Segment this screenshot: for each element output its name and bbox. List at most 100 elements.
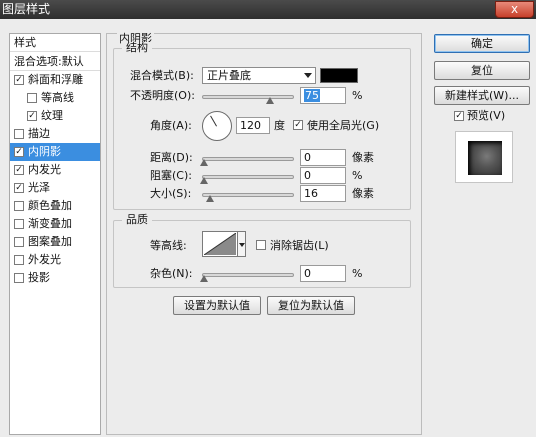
styles-header[interactable]: 样式 (10, 34, 100, 52)
blend-mode-label: 混合模式(B): (130, 69, 194, 82)
anti-alias-label: 消除锯齿(L) (270, 239, 329, 252)
style-item-gradient-overlay[interactable]: 渐变叠加 (10, 215, 100, 233)
style-item-contour[interactable]: 等高线 (10, 89, 100, 107)
distance-slider[interactable] (202, 157, 294, 161)
angle-dial[interactable] (202, 111, 232, 141)
preview-thumbnail (468, 141, 502, 175)
blend-options-item[interactable]: 混合选项:默认 (10, 52, 100, 71)
style-item-inner-shadow[interactable]: 内阴影 (10, 143, 100, 161)
angle-unit: 度 (274, 119, 285, 132)
blend-mode-value: 正片叠底 (207, 69, 251, 82)
pattern-overlay-checkbox[interactable] (14, 237, 24, 247)
distance-value: 0 (304, 151, 311, 164)
preview-checkbox[interactable] (454, 111, 464, 121)
choke-slider[interactable] (202, 175, 294, 179)
choke-label: 阻塞(C): (150, 169, 192, 182)
angle-label: 角度(A): (150, 119, 192, 132)
distance-slider-thumb[interactable] (200, 159, 208, 166)
structure-title: 结构 (122, 42, 152, 54)
global-light-label: 使用全局光(G) (307, 119, 380, 132)
new-style-button[interactable]: 新建样式(W)... (434, 86, 530, 105)
blend-mode-select[interactable]: 正片叠底 (202, 67, 316, 84)
size-input[interactable]: 16 (300, 185, 346, 202)
quality-group: 品质 等高线: 消除锯齿(L) 杂色(N): 0 % (113, 214, 411, 288)
style-item-label: 图案叠加 (28, 235, 72, 248)
noise-slider-thumb[interactable] (200, 275, 208, 282)
noise-label: 杂色(N): (150, 267, 193, 280)
noise-unit: % (352, 267, 363, 280)
style-item-pattern-overlay[interactable]: 图案叠加 (10, 233, 100, 251)
contour-checkbox[interactable] (27, 93, 37, 103)
opacity-slider-thumb[interactable] (266, 97, 274, 104)
style-item-stroke[interactable]: 描边 (10, 125, 100, 143)
reset-default-button[interactable]: 复位为默认值 (267, 296, 355, 315)
contour-dropdown-button[interactable] (238, 231, 246, 257)
noise-value: 0 (304, 267, 311, 280)
noise-slider[interactable] (202, 273, 294, 277)
global-light-checkbox[interactable] (293, 120, 303, 130)
style-item-label: 纹理 (41, 109, 63, 122)
satin-checkbox[interactable] (14, 183, 24, 193)
title-bar: 图层样式 x (0, 0, 536, 19)
style-item-label: 描边 (28, 127, 50, 140)
size-slider[interactable] (202, 193, 294, 197)
layer-style-dialog: 图层样式 x 样式 混合选项:默认 斜面和浮雕 等高线 纹理 描边 内阴影 (0, 0, 536, 437)
style-item-label: 外发光 (28, 253, 61, 266)
reset-button[interactable]: 复位 (434, 61, 530, 80)
choke-slider-thumb[interactable] (200, 177, 208, 184)
opacity-input[interactable]: 75 (300, 87, 346, 104)
angle-value: 120 (240, 119, 261, 132)
style-item-label: 内发光 (28, 163, 61, 176)
style-item-texture[interactable]: 纹理 (10, 107, 100, 125)
inner-shadow-checkbox[interactable] (14, 147, 24, 157)
style-item-label: 斜面和浮雕 (28, 73, 83, 86)
color-overlay-checkbox[interactable] (14, 201, 24, 211)
set-default-button[interactable]: 设置为默认值 (173, 296, 261, 315)
size-slider-thumb[interactable] (206, 195, 214, 202)
style-preview (455, 131, 513, 183)
opacity-slider[interactable] (202, 95, 294, 99)
texture-checkbox[interactable] (27, 111, 37, 121)
size-unit: 像素 (352, 187, 374, 200)
close-button[interactable]: x (495, 1, 534, 18)
contour-curve-icon (204, 233, 236, 255)
style-item-drop-shadow[interactable]: 投影 (10, 269, 100, 287)
noise-input[interactable]: 0 (300, 265, 346, 282)
distance-label: 距离(D): (150, 151, 193, 164)
angle-input[interactable]: 120 (236, 117, 270, 134)
drop-shadow-checkbox[interactable] (14, 273, 24, 283)
inner-glow-checkbox[interactable] (14, 165, 24, 175)
ok-button[interactable]: 确定 (434, 34, 530, 53)
outer-glow-checkbox[interactable] (14, 255, 24, 265)
distance-unit: 像素 (352, 151, 374, 164)
preview-label: 预览(V) (467, 109, 506, 122)
choke-value: 0 (304, 169, 311, 182)
shadow-color-swatch[interactable] (320, 68, 358, 83)
style-item-label: 内阴影 (28, 145, 61, 158)
size-value: 16 (304, 187, 318, 200)
distance-input[interactable]: 0 (300, 149, 346, 166)
size-label: 大小(S): (150, 187, 192, 200)
style-item-outer-glow[interactable]: 外发光 (10, 251, 100, 269)
style-item-inner-glow[interactable]: 内发光 (10, 161, 100, 179)
inner-shadow-settings: 内阴影 结构 混合模式(B): 正片叠底 不透明度(O): 75 % 角度(A)… (106, 30, 422, 435)
stroke-checkbox[interactable] (14, 129, 24, 139)
quality-title: 品质 (122, 214, 152, 226)
close-icon: x (510, 2, 519, 16)
gradient-overlay-checkbox[interactable] (14, 219, 24, 229)
style-item-label: 颜色叠加 (28, 199, 72, 212)
style-item-label: 光泽 (28, 181, 50, 194)
styles-list-panel: 样式 混合选项:默认 斜面和浮雕 等高线 纹理 描边 内阴影 内发光 光泽 (9, 33, 101, 435)
window-title: 图层样式 (2, 2, 51, 16)
choke-input[interactable]: 0 (300, 167, 346, 184)
style-item-label: 等高线 (41, 91, 74, 104)
style-item-color-overlay[interactable]: 颜色叠加 (10, 197, 100, 215)
style-item-bevel-emboss[interactable]: 斜面和浮雕 (10, 71, 100, 89)
bevel-emboss-checkbox[interactable] (14, 75, 24, 85)
opacity-label: 不透明度(O): (130, 89, 195, 102)
style-item-satin[interactable]: 光泽 (10, 179, 100, 197)
contour-picker[interactable] (202, 231, 238, 257)
anti-alias-checkbox[interactable] (256, 240, 266, 250)
contour-label: 等高线: (150, 239, 187, 252)
style-item-label: 渐变叠加 (28, 217, 72, 230)
